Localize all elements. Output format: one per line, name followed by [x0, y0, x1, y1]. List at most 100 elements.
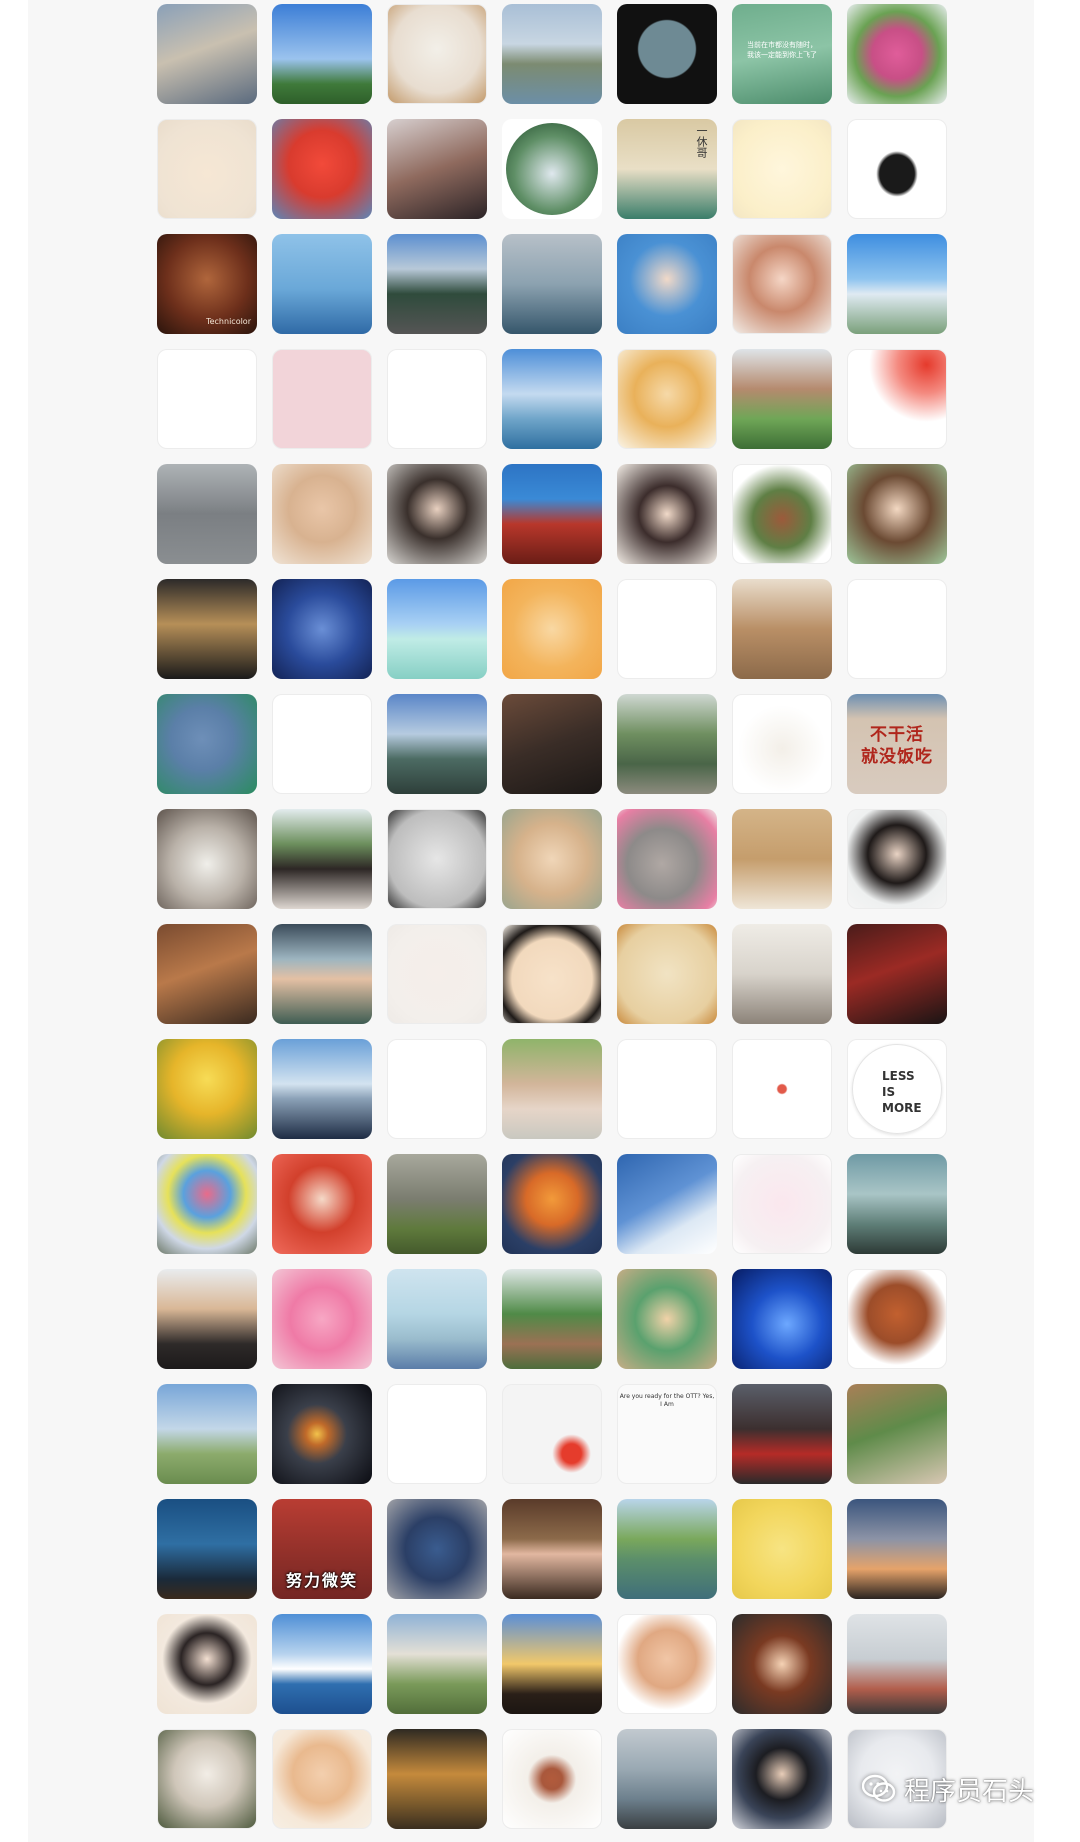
avatar-spirited-away-train[interactable] — [502, 464, 602, 564]
avatar-girl-short-hair[interactable] — [387, 464, 487, 564]
avatar-seal-underwater[interactable] — [157, 1499, 257, 1599]
avatar-man-glasses-campus[interactable] — [157, 4, 257, 104]
avatar-small-red-star[interactable] — [732, 1039, 832, 1139]
avatar-football-fans[interactable] — [732, 1384, 832, 1484]
avatar-less-is-more[interactable]: LESS IS MORE — [847, 1039, 947, 1139]
avatar-woman-white-top[interactable] — [157, 1614, 257, 1714]
avatar-tiger-cartoon-navy[interactable] — [502, 1154, 602, 1254]
avatar-pixel-punk[interactable] — [272, 349, 372, 449]
avatar-man-suit[interactable] — [732, 1729, 832, 1829]
avatar-cartoon-cat-basket[interactable] — [387, 4, 487, 104]
avatar-woman-white-shirt[interactable] — [847, 809, 947, 909]
avatar-black-sports-car[interactable] — [847, 119, 947, 219]
avatar-flag-duck[interactable] — [847, 349, 947, 449]
avatar-woman-selfie-baby[interactable] — [272, 464, 372, 564]
avatar-cartoon-cat-hat[interactable] — [732, 119, 832, 219]
avatar-cartoon-girl-drinking[interactable] — [157, 119, 257, 219]
avatar-baby-with-hat[interactable] — [502, 809, 602, 909]
avatar-mountain-road[interactable] — [387, 234, 487, 334]
avatar-grey-sea-pier[interactable] — [502, 234, 602, 334]
avatar-cartoon-family[interactable] — [617, 1269, 717, 1369]
avatar-colorful-balloons[interactable] — [157, 1154, 257, 1254]
avatar-cartoon-girl-green-scarf[interactable] — [732, 464, 832, 564]
avatar-basketball-court[interactable] — [732, 579, 832, 679]
avatar-round-forest-girl[interactable] — [502, 119, 602, 219]
avatar-yurt-girl[interactable] — [387, 1614, 487, 1714]
avatar-sky-dog-car[interactable] — [272, 1039, 372, 1139]
avatar-girl-popsicle[interactable] — [387, 119, 487, 219]
avatar-mountain-lake-man[interactable] — [387, 694, 487, 794]
avatar-woman-grassland-hat[interactable] — [157, 1384, 257, 1484]
avatar-woman-portrait-drawing[interactable] — [732, 234, 832, 334]
avatar-sunset-silhouette[interactable] — [847, 1499, 947, 1599]
avatar-magritte-apple[interactable] — [847, 1154, 947, 1254]
avatar-framed-dancer[interactable] — [502, 1729, 602, 1829]
avatar-anime-man-dark-hair[interactable] — [617, 464, 717, 564]
avatar-woman-park[interactable] — [272, 809, 372, 909]
avatar-bull-terrier-art[interactable] — [732, 1499, 832, 1599]
avatar-green-plant-caption[interactable]: 当前在市都没有随时， 我该一定能到你上飞了 — [732, 4, 832, 104]
avatar-batman-silhouette[interactable] — [617, 4, 717, 104]
avatar-blue-sky-cloud[interactable] — [617, 1154, 717, 1254]
avatar-smile-face-sketch[interactable] — [387, 349, 487, 449]
avatar-masked-knight-red[interactable] — [847, 924, 947, 1024]
avatar-anime-girl-cat-ears[interactable] — [272, 1154, 372, 1254]
avatar-green-lake-boats[interactable] — [617, 1499, 717, 1599]
avatar-planet-space[interactable] — [272, 1384, 372, 1484]
avatar-man-doorway[interactable] — [502, 1499, 602, 1599]
avatar-smile-woman-caption[interactable]: 努力微笑 — [272, 1499, 372, 1599]
avatar-pink-peony[interactable] — [847, 4, 947, 104]
avatar-sea-clouds-ship[interactable] — [502, 349, 602, 449]
avatar-astronaut-fish-art[interactable] — [617, 924, 717, 1024]
avatar-man-phone-dark[interactable] — [502, 694, 602, 794]
avatar-girl-feeding-birds[interactable] — [157, 464, 257, 564]
avatar-meme-comic[interactable]: Are you ready for the OTT? Yes, I Am — [617, 1384, 717, 1484]
avatar-palm-tree-resort[interactable] — [502, 1269, 602, 1369]
avatar-cartoon-girl-red-coat[interactable] — [732, 1614, 832, 1714]
avatar-sky-person-net[interactable] — [847, 234, 947, 334]
avatar-hiker-field[interactable] — [387, 1154, 487, 1254]
avatar-tom-cat-cartoon[interactable] — [157, 694, 257, 794]
avatar-cat-with-roses[interactable] — [617, 809, 717, 909]
avatar-pink-toy-rabbit[interactable] — [272, 1269, 372, 1369]
avatar-man-white-hat[interactable] — [157, 1269, 257, 1369]
avatar-silhouette-sunset-jump[interactable] — [502, 1614, 602, 1714]
avatar-girl-red-braids[interactable] — [617, 349, 717, 449]
avatar-slogan-wall[interactable]: 不干活 就没饭吃 — [847, 694, 947, 794]
avatar-cat-window-sketch[interactable] — [387, 809, 487, 909]
avatar-watermelon-cartoon[interactable] — [847, 1269, 947, 1369]
avatar-red-tiger-mascot[interactable] — [272, 119, 372, 219]
avatar-wide-eyes-face[interactable] — [387, 1039, 487, 1139]
avatar-umbrella-sketch[interactable] — [157, 349, 257, 449]
avatar-glass-water-cartoon[interactable] — [847, 579, 947, 679]
avatar-salt-lake-reflection[interactable] — [387, 579, 487, 679]
avatar-snow-mountain-sea[interactable] — [272, 1614, 372, 1714]
avatar-wedding-couple-cartoon[interactable] — [732, 1154, 832, 1254]
avatar-blue-sky-trees[interactable] — [272, 4, 372, 104]
avatar-screaming-cat[interactable] — [157, 809, 257, 909]
avatar-cartoon-boy-coco[interactable]: Technicolor — [157, 234, 257, 334]
avatar-tree-on-book[interactable] — [387, 1269, 487, 1369]
avatar-woman-glasses-drawing[interactable] — [847, 464, 947, 564]
avatar-cartoon-man-glasses-beard[interactable] — [272, 1729, 372, 1829]
avatar-anime-white-hair[interactable] — [157, 1729, 257, 1829]
avatar-tiger-cub[interactable] — [387, 1729, 487, 1829]
avatar-lake-landscape[interactable] — [502, 4, 602, 104]
avatar-window-sunset-mountain[interactable] — [272, 924, 372, 1024]
avatar-bookstore-boy[interactable] — [157, 924, 257, 1024]
avatar-windsurfing[interactable] — [272, 234, 372, 334]
avatar-father-child-garden[interactable] — [502, 1039, 602, 1139]
avatar-cap-boy-sketch[interactable] — [387, 1384, 487, 1484]
avatar-monk-ikkyu[interactable]: 一休哥 — [617, 119, 717, 219]
avatar-broken-hand-sketch[interactable] — [272, 694, 372, 794]
avatar-golden-ginkgo[interactable] — [157, 1039, 257, 1139]
avatar-cartoon-girl-orange[interactable] — [502, 579, 602, 679]
avatar-graduate-campus[interactable] — [732, 349, 832, 449]
avatar-woman-painting-room[interactable] — [847, 1384, 947, 1484]
avatar-owl-glasses-cartoon[interactable] — [387, 1499, 487, 1599]
avatar-doodle-flag[interactable] — [502, 1384, 602, 1484]
avatar-dog-carpet[interactable] — [732, 924, 832, 1024]
avatar-man-glasses-night[interactable] — [157, 579, 257, 679]
avatar-cartoon-man-glasses[interactable] — [617, 234, 717, 334]
avatar-woman-riverside[interactable] — [617, 694, 717, 794]
